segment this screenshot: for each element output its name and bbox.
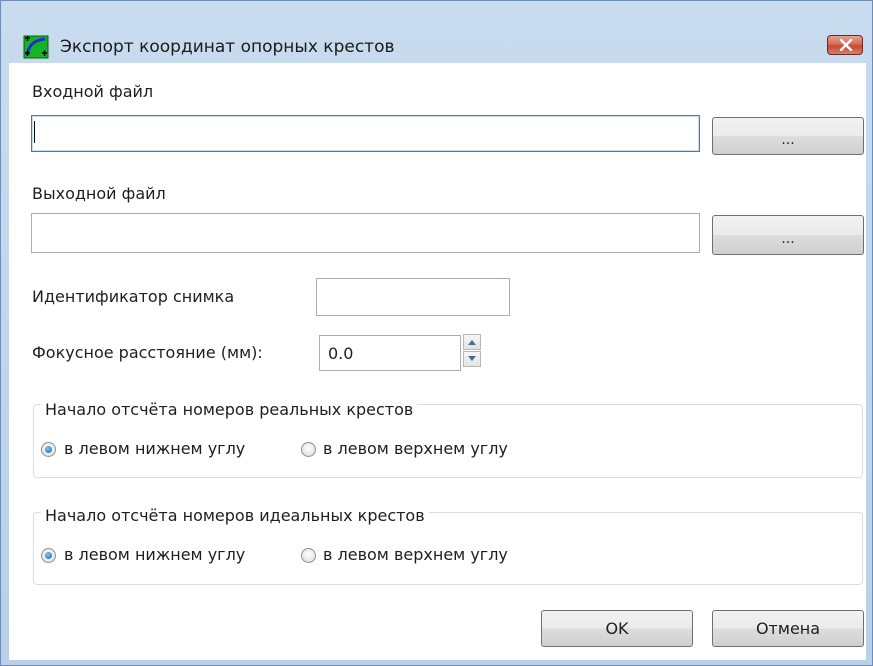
real-crosses-title: Начало отсчёта номеров реальных крестов xyxy=(41,400,418,420)
input-file-browse-button[interactable]: ... xyxy=(712,117,864,155)
cancel-button[interactable]: Отмена xyxy=(712,610,864,647)
focal-length-spinner xyxy=(463,334,492,369)
input-file-field[interactable] xyxy=(31,115,700,152)
image-id-field[interactable] xyxy=(316,278,510,316)
crosshair-app-icon xyxy=(23,35,49,59)
spin-up-button[interactable] xyxy=(463,334,481,350)
real-crosses-bottom-left-label[interactable]: в левом нижнем углу xyxy=(64,439,245,459)
image-id-label: Идентификатор снимка xyxy=(32,287,235,306)
close-icon xyxy=(839,39,853,51)
ideal-crosses-top-left-radio[interactable] xyxy=(301,548,316,563)
title-bar[interactable]: Экспорт координат опорных крестов xyxy=(1,1,872,63)
close-button[interactable] xyxy=(827,35,863,55)
output-file-field[interactable] xyxy=(31,213,700,253)
ok-button[interactable]: OK xyxy=(541,610,693,647)
dialog-window: Экспорт координат опорных крестов Входно… xyxy=(0,0,873,666)
text-caret xyxy=(34,121,35,143)
arrow-up-icon xyxy=(468,340,476,345)
input-file-label: Входной файл xyxy=(32,82,154,101)
ideal-crosses-bottom-left-label[interactable]: в левом нижнем углу xyxy=(64,545,245,565)
ideal-crosses-bottom-left-radio[interactable] xyxy=(41,548,56,563)
real-crosses-top-left-radio[interactable] xyxy=(301,442,316,457)
ideal-crosses-top-left-label[interactable]: в левом верхнем углу xyxy=(323,545,508,565)
arrow-down-icon xyxy=(468,356,476,361)
focal-length-label: Фокусное расстояние (мм): xyxy=(32,343,263,362)
real-crosses-bottom-left-radio[interactable] xyxy=(41,442,56,457)
real-crosses-top-left-label[interactable]: в левом верхнем углу xyxy=(323,439,508,459)
spin-down-button[interactable] xyxy=(463,351,481,367)
window-title: Экспорт координат опорных крестов xyxy=(60,37,395,57)
ideal-crosses-title: Начало отсчёта номеров идеальных крестов xyxy=(41,506,429,526)
output-file-label: Выходной файл xyxy=(32,184,166,203)
output-file-browse-button[interactable]: ... xyxy=(712,215,864,255)
focal-length-field[interactable] xyxy=(319,335,461,371)
